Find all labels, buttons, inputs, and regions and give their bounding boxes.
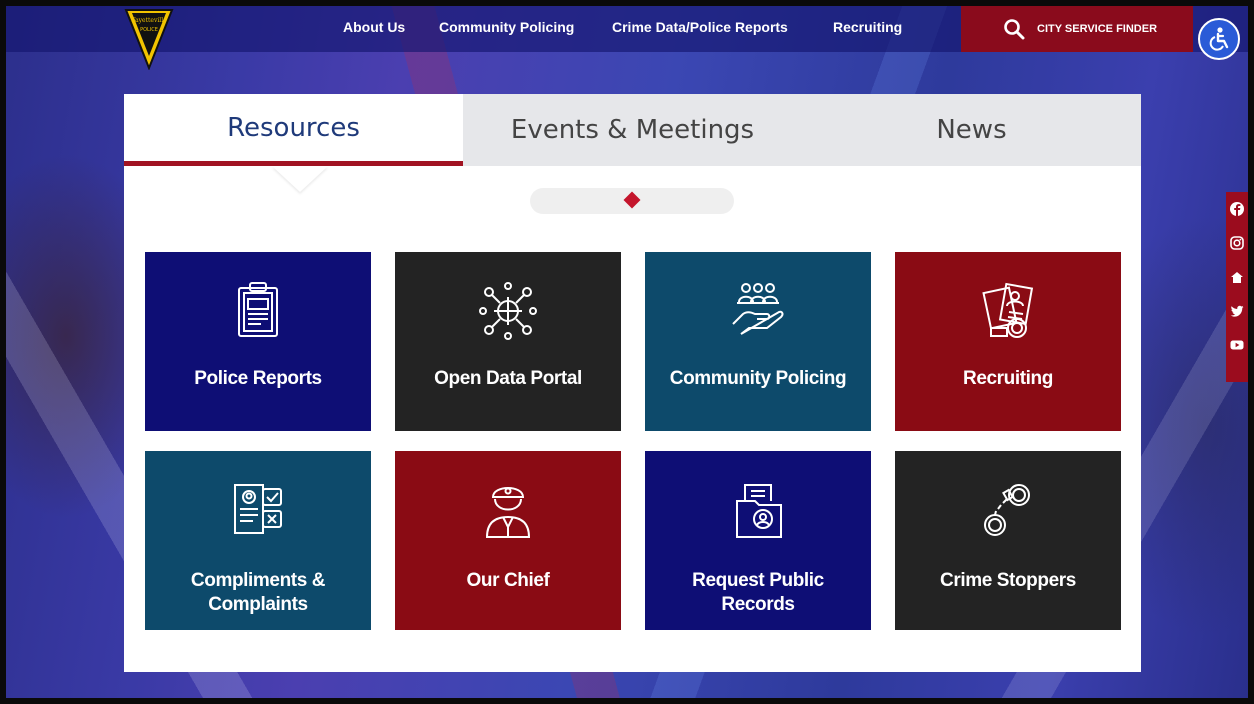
nav-about-us[interactable]: About Us <box>343 19 405 35</box>
tile-label: Request Public Records <box>692 570 824 615</box>
page: Fayetteville POLICE About Us Community P… <box>6 6 1248 698</box>
feedback-form-icon <box>234 484 282 534</box>
carousel-indicator[interactable] <box>623 191 641 209</box>
city-service-finder-button[interactable]: CITY SERVICE FINDER <box>961 6 1193 52</box>
nav-crime-data[interactable]: Crime Data/Police Reports <box>612 19 788 35</box>
handcuffs-icon <box>984 484 1030 536</box>
tile-label: Police Reports <box>194 368 322 389</box>
tile-label: Crime Stoppers <box>940 570 1076 591</box>
tab-events-meetings[interactable]: Events & Meetings <box>463 94 802 166</box>
city-service-finder-label: CITY SERVICE FINDER <box>1037 23 1158 35</box>
accessibility-button[interactable] <box>1198 18 1240 60</box>
instagram-icon[interactable] <box>1226 232 1248 254</box>
social-links <box>1226 192 1248 382</box>
twitter-icon[interactable] <box>1226 300 1248 322</box>
active-tab-pointer <box>272 166 328 192</box>
tile-label: Recruiting <box>963 368 1053 389</box>
tile-our-chief[interactable]: Our Chief <box>395 451 621 630</box>
top-navigation: Fayetteville POLICE About Us Community P… <box>6 6 1248 71</box>
tile-open-data-portal[interactable]: Open Data Portal <box>395 252 621 431</box>
svg-text:POLICE: POLICE <box>140 27 158 33</box>
tile-recruiting[interactable]: Recruiting <box>895 252 1121 431</box>
police-logo[interactable]: Fayetteville POLICE <box>124 8 174 71</box>
accessibility-icon <box>1209 27 1229 51</box>
resources-panel: Resources Events & Meetings News Police … <box>124 94 1141 672</box>
search-icon <box>1004 19 1025 40</box>
tile-label: Community Policing <box>669 368 847 389</box>
records-folder-icon <box>736 484 782 538</box>
tab-news[interactable]: News <box>802 94 1141 166</box>
tile-label: Compliments & Complaints <box>190 570 326 615</box>
svg-text:Fayetteville: Fayetteville <box>131 17 167 24</box>
facebook-icon[interactable] <box>1226 198 1248 220</box>
tile-compliments-complaints[interactable]: Compliments & Complaints <box>145 451 371 630</box>
tile-crime-stoppers[interactable]: Crime Stoppers <box>895 451 1121 630</box>
clipboard-report-icon <box>238 282 278 337</box>
nextdoor-icon[interactable] <box>1226 266 1248 288</box>
tile-community-policing[interactable]: Community Policing <box>645 252 871 431</box>
tile-police-reports[interactable]: Police Reports <box>145 252 371 431</box>
nav-recruiting[interactable]: Recruiting <box>833 19 902 35</box>
youtube-icon[interactable] <box>1226 334 1248 356</box>
carousel-scrollbar[interactable] <box>530 188 734 214</box>
network-target-icon <box>479 282 537 340</box>
tile-request-public-records[interactable]: Request Public Records <box>645 451 871 630</box>
nav-community-policing[interactable]: Community Policing <box>439 19 574 35</box>
tile-label: Our Chief <box>466 570 550 591</box>
officer-icon <box>485 487 531 538</box>
community-hand-icon <box>732 283 784 335</box>
tab-resources[interactable]: Resources <box>124 94 463 166</box>
tab-bar: Resources Events & Meetings News <box>124 94 1141 166</box>
tile-label: Open Data Portal <box>434 368 582 389</box>
id-badge-icon <box>982 282 1034 338</box>
